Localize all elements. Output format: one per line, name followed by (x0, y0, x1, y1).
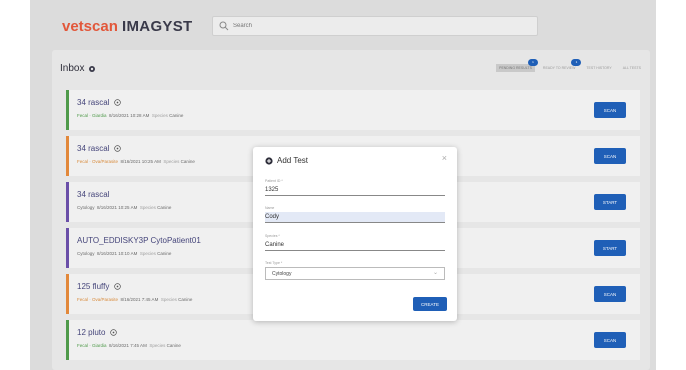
filter-label: TEST HISTORY (586, 66, 612, 70)
search-input[interactable] (233, 19, 523, 33)
test-type-select[interactable]: Cytology ⌄ (265, 267, 445, 280)
patient-id-field[interactable]: Patient ID * 1325 (265, 179, 445, 196)
patient-name-text: 34 rascal (77, 144, 110, 153)
info-icon[interactable] (114, 99, 122, 106)
filter-label: ALL TESTS (622, 66, 641, 70)
close-icon[interactable]: × (442, 153, 447, 163)
test-meta: Cytology 8/16/2021 10:25 AM Species Cani… (77, 205, 171, 210)
scan-button[interactable]: SCAN (594, 148, 626, 164)
scan-button[interactable]: SCAN (594, 332, 626, 348)
test-type: Fecal · Giardia (77, 113, 107, 118)
test-row[interactable]: 34 rascal Fecal · Giardia 8/16/2021 10:2… (66, 90, 640, 130)
filter-ready-to-review[interactable]: READY TO REVIEW 1 (540, 59, 582, 72)
name-label: Name (265, 206, 275, 210)
test-type: Fecal · Giardia (77, 343, 107, 348)
inbox-title: Inbox (60, 63, 96, 74)
test-type: Cytology (77, 205, 95, 210)
test-time: 8/16/2021 7:45 AM (109, 343, 147, 348)
patient-name: 34 rascal (77, 144, 122, 153)
patient-name: 12 pluto (77, 328, 118, 337)
patient-name: 34 rascal (77, 98, 122, 107)
species-value: Canine (169, 113, 184, 118)
create-button[interactable]: CREATE (413, 297, 447, 311)
scan-button[interactable]: SCAN (594, 102, 626, 118)
species-label: Species (151, 113, 168, 118)
patient-name-text: 12 pluto (77, 328, 106, 337)
info-icon[interactable] (114, 145, 122, 152)
name-field[interactable]: Name Cody (265, 206, 445, 223)
brand-logo: vetscan IMAGYST (62, 18, 192, 35)
test-meta: Fecal · Giardia 8/16/2021 10:28 AM Speci… (77, 113, 183, 118)
patient-name-text: 125 fluffy (77, 282, 110, 291)
filter-pending-results[interactable]: PENDING RESULTS 1 (496, 59, 538, 72)
test-type-value: Cytology (272, 271, 292, 277)
add-test-icon (265, 156, 273, 165)
filter-label: READY TO REVIEW (542, 66, 576, 70)
settings-icon[interactable] (88, 65, 96, 73)
test-time: 8/16/2021 10:25 AM (97, 205, 138, 210)
test-time: 8/16/2021 7:45 AM (120, 297, 159, 302)
test-time: 8/16/2021 10:25 AM (120, 159, 161, 164)
patient-name-text: AUTO_EDDISKY3P CytoPatient01 (77, 236, 201, 245)
species-field[interactable]: Species * Canine (265, 234, 445, 251)
patient-name: 125 fluffy (77, 282, 122, 291)
search-icon (219, 21, 229, 31)
patient-name-text: 34 rascal (77, 190, 110, 199)
search-box[interactable] (212, 16, 538, 36)
info-icon[interactable] (110, 329, 118, 336)
filter-label: PENDING RESULTS (499, 66, 532, 70)
name-input[interactable]: Cody (265, 212, 445, 223)
start-button[interactable]: START (594, 194, 626, 210)
dialog-title: Add Test (277, 156, 308, 165)
top-bar: vetscan IMAGYST (30, 12, 656, 42)
species-label: Species (149, 343, 166, 348)
patient-name: 34 rascal (77, 190, 109, 199)
test-type: Fecal · Ova/Parasite (77, 159, 119, 164)
species-label: Species (139, 251, 156, 256)
filter-all-tests[interactable]: ALL TESTS (620, 64, 644, 72)
species-value: Canine (166, 343, 181, 348)
test-type: Fecal · Ova/Parasite (77, 297, 119, 302)
filter-badge: 1 (571, 59, 582, 66)
test-row[interactable]: 12 pluto Fecal · Giardia 8/16/2021 7:45 … (66, 320, 640, 360)
test-meta: Fecal · Ova/Parasite 8/16/2021 10:25 AM … (77, 159, 195, 164)
patient-id-label: Patient ID * (265, 179, 283, 183)
inbox-filters: PENDING RESULTS 1 READY TO REVIEW 1 TEST… (496, 59, 644, 72)
test-type-label: Test Type * (265, 261, 283, 265)
test-time: 8/16/2021 10:10 AM (97, 251, 138, 256)
chevron-down-icon: ⌄ (432, 270, 438, 276)
filter-test-history[interactable]: TEST HISTORY (583, 64, 614, 72)
patient-name: AUTO_EDDISKY3P CytoPatient01 (77, 236, 201, 245)
species-input[interactable]: Canine (265, 240, 445, 251)
test-meta: Fecal · Giardia 8/16/2021 7:45 AM Specie… (77, 343, 181, 348)
species-value: Canine (157, 205, 172, 210)
brand-part1: vetscan (62, 18, 118, 35)
species-value: Canine (178, 297, 193, 302)
inbox-title-text: Inbox (60, 63, 85, 74)
patient-id-input[interactable]: 1325 (265, 185, 445, 196)
filter-badge: 1 (527, 59, 538, 66)
test-time: 8/16/2021 10:28 AM (109, 113, 150, 118)
patient-name-text: 34 rascal (77, 98, 110, 107)
info-icon[interactable] (114, 283, 122, 290)
species-value: Canine (180, 159, 195, 164)
scan-button[interactable]: SCAN (594, 286, 626, 302)
species-label: Species (160, 297, 177, 302)
add-test-dialog: Add Test × Patient ID * 1325 Name Cody S… (253, 147, 457, 321)
test-meta: Cytology 8/16/2021 10:10 AM Species Cani… (77, 251, 171, 256)
start-button[interactable]: START (594, 240, 626, 256)
dialog-header: Add Test (265, 156, 308, 165)
species-label: Species (163, 159, 180, 164)
species-label: Species * (265, 234, 280, 238)
test-type-field[interactable]: Test Type * Cytology ⌄ (265, 261, 445, 280)
brand-part2: IMAGYST (122, 18, 193, 35)
species-label: Species (139, 205, 156, 210)
test-type: Cytology (77, 251, 95, 256)
test-meta: Fecal · Ova/Parasite 8/16/2021 7:45 AM S… (77, 297, 192, 302)
species-value: Canine (157, 251, 172, 256)
